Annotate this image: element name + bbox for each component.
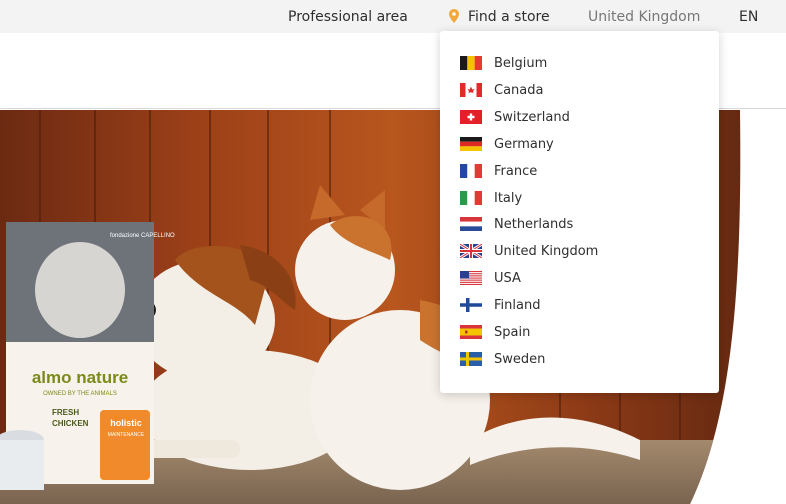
country-label: Germany [494,136,554,152]
spain-flag-icon [460,325,482,339]
country-item-netherlands[interactable]: Netherlands [460,214,700,234]
canada-flag-icon [460,83,482,97]
top-utility-bar: Professional area Find a store United Ki… [0,0,786,33]
country-label: United Kingdom [494,243,599,259]
country-item-belgium[interactable]: Belgium [460,53,700,73]
country-label: Sweden [494,351,546,367]
country-item-usa[interactable]: USA [460,268,700,288]
italy-flag-icon [460,191,482,205]
bag-badge-1-text: holistic [110,418,142,428]
country-item-germany[interactable]: Germany [460,134,700,154]
bag-fondazione-text: fondazione CAPELLINO [110,233,175,239]
find-store-link[interactable]: Find a store [468,9,550,25]
country-item-united-kingdom[interactable]: United Kingdom [460,241,700,261]
country-label: Netherlands [494,216,574,232]
country-item-italy[interactable]: Italy [460,188,700,208]
bag-brand-text: almo nature [32,368,128,387]
netherlands-flag-icon [460,217,482,231]
country-label: Spain [494,324,531,340]
finland-flag-icon [460,298,482,312]
bag-flavour-1-text: FRESH [52,408,79,417]
country-selector[interactable]: United Kingdom [588,9,700,25]
sweden-flag-icon [460,352,482,366]
country-item-spain[interactable]: Spain [460,322,700,342]
country-label: Finland [494,297,541,313]
country-item-switzerland[interactable]: Switzerland [460,107,700,127]
bag-tagline-text: OWNED BY THE ANIMALS [43,391,117,397]
usa-flag-icon [460,271,482,285]
germany-flag-icon [460,137,482,151]
france-flag-icon [460,164,482,178]
country-label: Italy [494,190,523,206]
switzerland-flag-icon [460,110,482,124]
belgium-flag-icon [460,56,482,70]
professional-area-link[interactable]: Professional area [288,9,408,25]
uk-flag-icon [460,244,482,258]
country-item-canada[interactable]: Canada [460,80,700,100]
country-label: Switzerland [494,109,570,125]
country-label: France [494,163,538,179]
country-label: Belgium [494,55,548,71]
country-dropdown: Belgium Canada Switzerland Germany Franc… [440,31,719,393]
country-item-finland[interactable]: Finland [460,295,700,315]
language-selector[interactable]: EN [739,9,758,25]
country-item-sweden[interactable]: Sweden [460,349,700,369]
country-item-france[interactable]: France [460,161,700,181]
country-label: Canada [494,82,544,98]
bag-flavour-2-text: CHICKEN [52,419,89,428]
bag-badge-2-text: MAINTENANCE [108,432,145,438]
map-pin-icon[interactable] [449,9,459,23]
country-label: USA [494,270,521,286]
